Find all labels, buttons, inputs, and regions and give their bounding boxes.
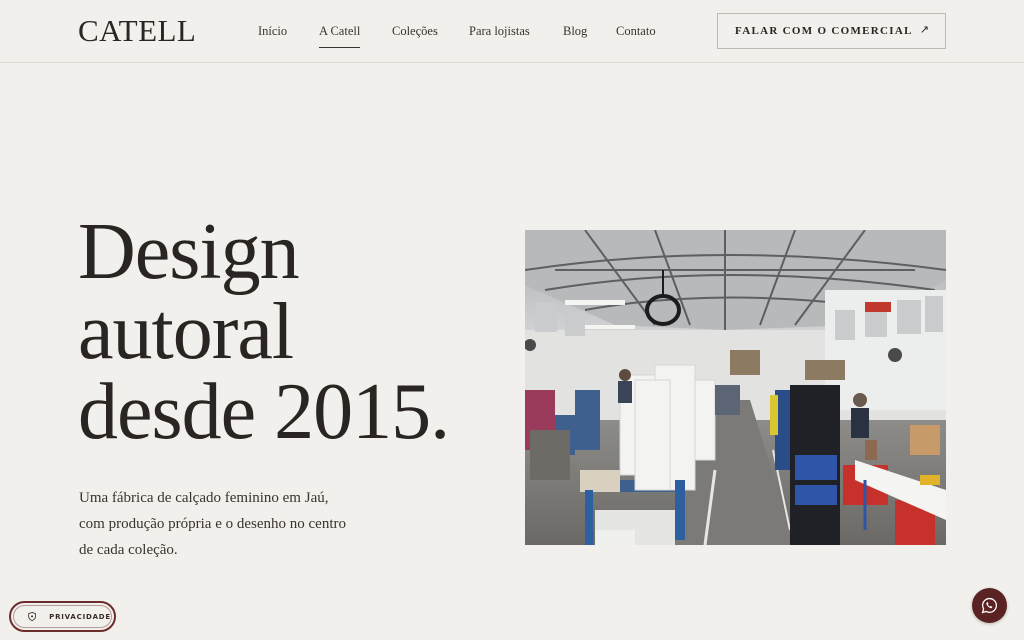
nav-item-inicio[interactable]: Início: [258, 24, 287, 39]
shield-icon: [28, 611, 36, 622]
talk-to-sales-button[interactable]: FALAR COM O COMERCIAL ↗: [717, 13, 946, 49]
brand-logo[interactable]: CATELL: [78, 13, 196, 49]
whatsapp-icon: [981, 597, 998, 614]
nav-item-blog[interactable]: Blog: [563, 24, 587, 39]
arrow-up-right-icon: ↗: [919, 23, 929, 36]
nav-item-a-catell[interactable]: A Catell: [319, 24, 361, 48]
site-header: CATELL Início A Catell Coleções Para loj…: [0, 0, 1024, 63]
nav-item-para-lojistas[interactable]: Para lojistas: [469, 24, 530, 39]
hero-title-line: desde 2015.: [78, 368, 450, 456]
privacy-inner: PRIVACIDADE: [13, 605, 112, 628]
cta-label: FALAR COM O COMERCIAL: [735, 25, 913, 37]
hero-title-line: autoral: [78, 288, 294, 376]
nav-item-colecoes[interactable]: Coleções: [392, 24, 438, 39]
hero-title: Design autoral desde 2015.: [78, 208, 450, 456]
hero-title-line: Design: [78, 208, 300, 296]
privacy-label: PRIVACIDADE: [49, 612, 111, 621]
nav-item-contato[interactable]: Contato: [616, 24, 656, 39]
hero-description: Uma fábrica de calçado feminino em Jaú, …: [79, 490, 346, 558]
whatsapp-button[interactable]: [972, 588, 1007, 623]
factory-photo: [525, 230, 946, 545]
privacy-button[interactable]: PRIVACIDADE: [9, 601, 116, 632]
